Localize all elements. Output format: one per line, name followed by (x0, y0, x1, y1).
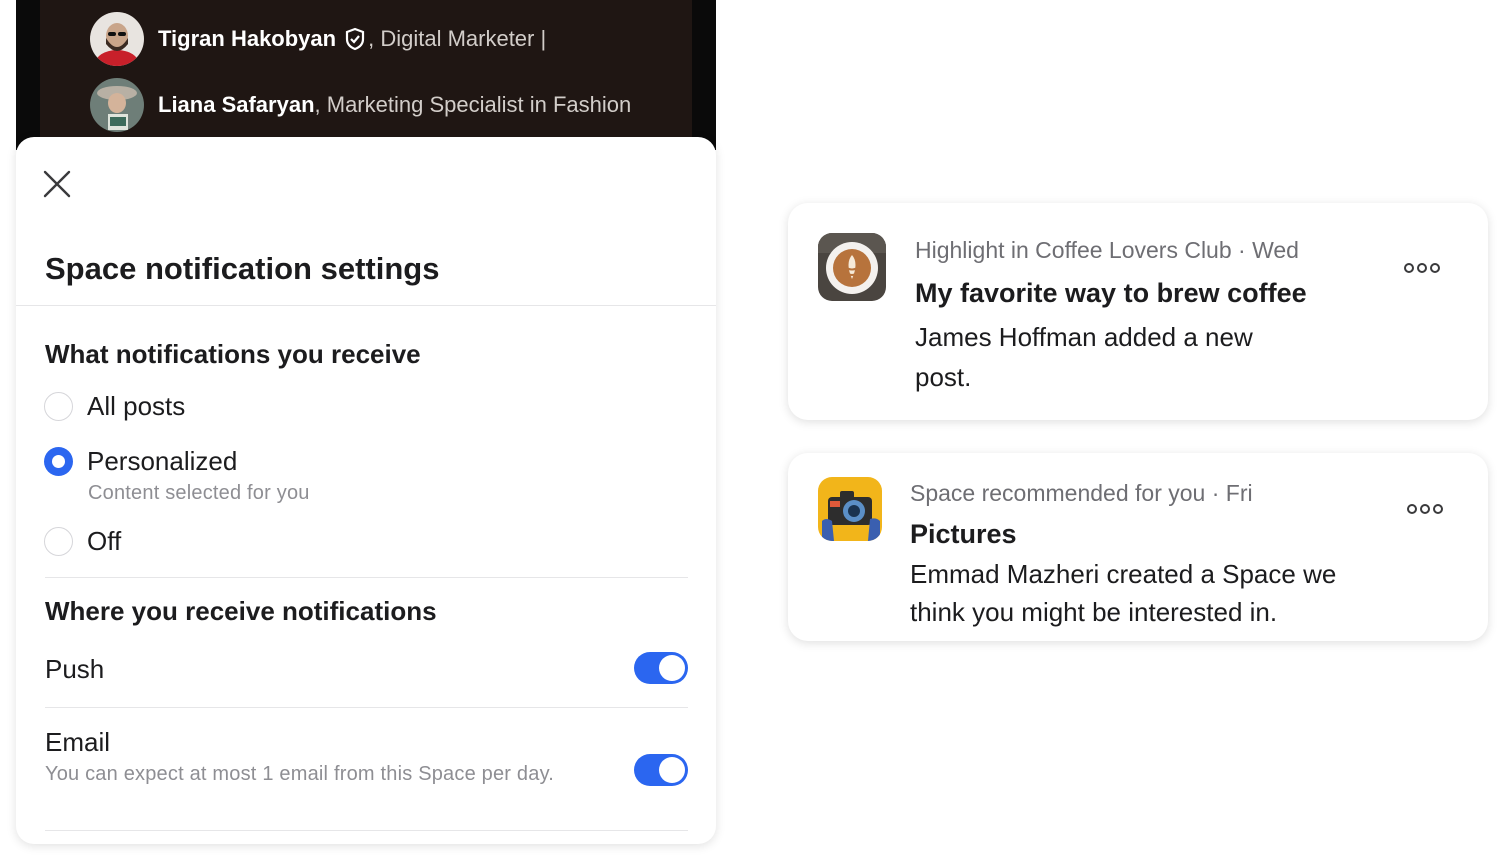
email-label: Email (45, 727, 111, 757)
radio-button[interactable] (44, 447, 73, 476)
where-section-heading: Where you receive notifications (45, 596, 437, 626)
notification-body: James Hoffman added a new post. (915, 322, 1253, 392)
speaker-name: Liana Safaryan (158, 92, 315, 117)
page-title: Space notification settings (45, 251, 440, 286)
close-button[interactable] (40, 167, 74, 201)
notification-card[interactable]: Highlight in Coffee Lovers Club · Wed My… (788, 203, 1488, 420)
radio-sublabel: Content selected for you (88, 482, 310, 504)
divider (45, 707, 688, 708)
speakers-panel: Tigran Hakobyan , Digital Marketer | Lia… (16, 0, 716, 150)
push-label: Push (45, 654, 105, 684)
notification-title: My favorite way to brew coffee (915, 278, 1307, 308)
divider (45, 830, 688, 831)
speakers-list: Tigran Hakobyan , Digital Marketer | Lia… (40, 0, 692, 150)
notification-settings-sheet: Space notification settings What notific… (16, 137, 716, 844)
receive-section-heading: What notifications you receive (45, 339, 421, 369)
radio-button[interactable] (44, 527, 73, 556)
more-options-button[interactable] (1402, 258, 1442, 278)
more-options-button[interactable] (1405, 499, 1445, 519)
close-icon (43, 170, 71, 198)
avatar (90, 78, 144, 132)
phone-panel: Tigran Hakobyan , Digital Marketer | Lia… (16, 0, 716, 844)
notification-card[interactable]: Space recommended for you · Fri Pictures… (788, 453, 1488, 641)
speaker-name: Tigran Hakobyan (158, 26, 337, 51)
radio-button[interactable] (44, 392, 73, 421)
radio-all-posts[interactable]: All posts (44, 391, 185, 422)
notification-meta: Space recommended for you · Fri (910, 480, 1253, 506)
radio-off[interactable]: Off (44, 526, 121, 557)
radio-personalized[interactable]: Personalized (44, 446, 237, 477)
avatar (90, 12, 144, 66)
more-dots-icon (1404, 263, 1440, 273)
shield-check-icon (344, 27, 366, 51)
radio-label: All posts (87, 391, 186, 421)
speaker-row[interactable]: Tigran Hakobyan , Digital Marketer | (90, 12, 546, 66)
notification-body: Emmad Mazheri created a Space we think y… (910, 559, 1337, 627)
divider (45, 577, 688, 578)
divider (16, 305, 716, 306)
push-toggle[interactable] (634, 652, 688, 684)
camera-icon (818, 477, 882, 541)
notification-meta: Highlight in Coffee Lovers Club · Wed (915, 237, 1299, 263)
email-sublabel: You can expect at most 1 email from this… (45, 763, 555, 785)
email-toggle[interactable] (634, 754, 688, 786)
more-dots-icon (1407, 504, 1443, 514)
coffee-latte-icon (818, 233, 886, 301)
speaker-row[interactable]: Liana Safaryan, Marketing Specialist in … (90, 78, 631, 132)
speaker-title: , Digital Marketer | (368, 26, 547, 51)
radio-label: Personalized (87, 446, 238, 476)
notification-title: Pictures (910, 519, 1017, 549)
speaker-title: , Marketing Specialist in Fashion (314, 92, 632, 117)
radio-label: Off (87, 526, 122, 556)
